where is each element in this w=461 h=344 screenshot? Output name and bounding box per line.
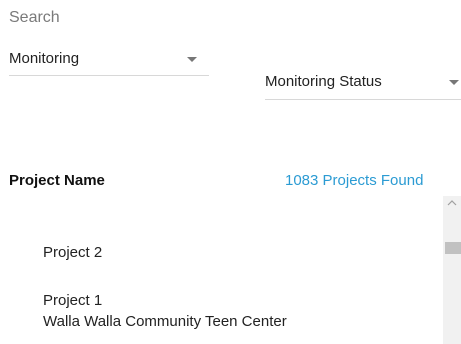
chevron-down-icon (449, 80, 459, 85)
monitoring-dropdown[interactable]: Monitoring (9, 46, 209, 76)
project-name-column-header[interactable]: Project Name (9, 172, 105, 189)
monitoring-status-dropdown[interactable]: Monitoring Status (265, 68, 461, 100)
projects-found-count: 1083 Projects Found (285, 172, 424, 189)
list-item[interactable]: Project 1 (43, 292, 102, 309)
scrollbar-thumb[interactable] (445, 242, 461, 254)
chevron-down-icon (187, 57, 197, 62)
scroll-up-arrow-icon[interactable] (447, 199, 457, 207)
list-item[interactable]: Walla Walla Community Teen Center (43, 313, 287, 330)
list-scrollbar[interactable] (443, 196, 461, 344)
monitoring-dropdown-value: Monitoring (9, 50, 80, 67)
monitoring-status-dropdown-value: Monitoring Status (265, 73, 382, 90)
project-list: Project 2 Project 1 Walla Walla Communit… (0, 196, 461, 344)
list-item[interactable]: Project 2 (43, 244, 102, 261)
search-label: Search (9, 9, 60, 26)
